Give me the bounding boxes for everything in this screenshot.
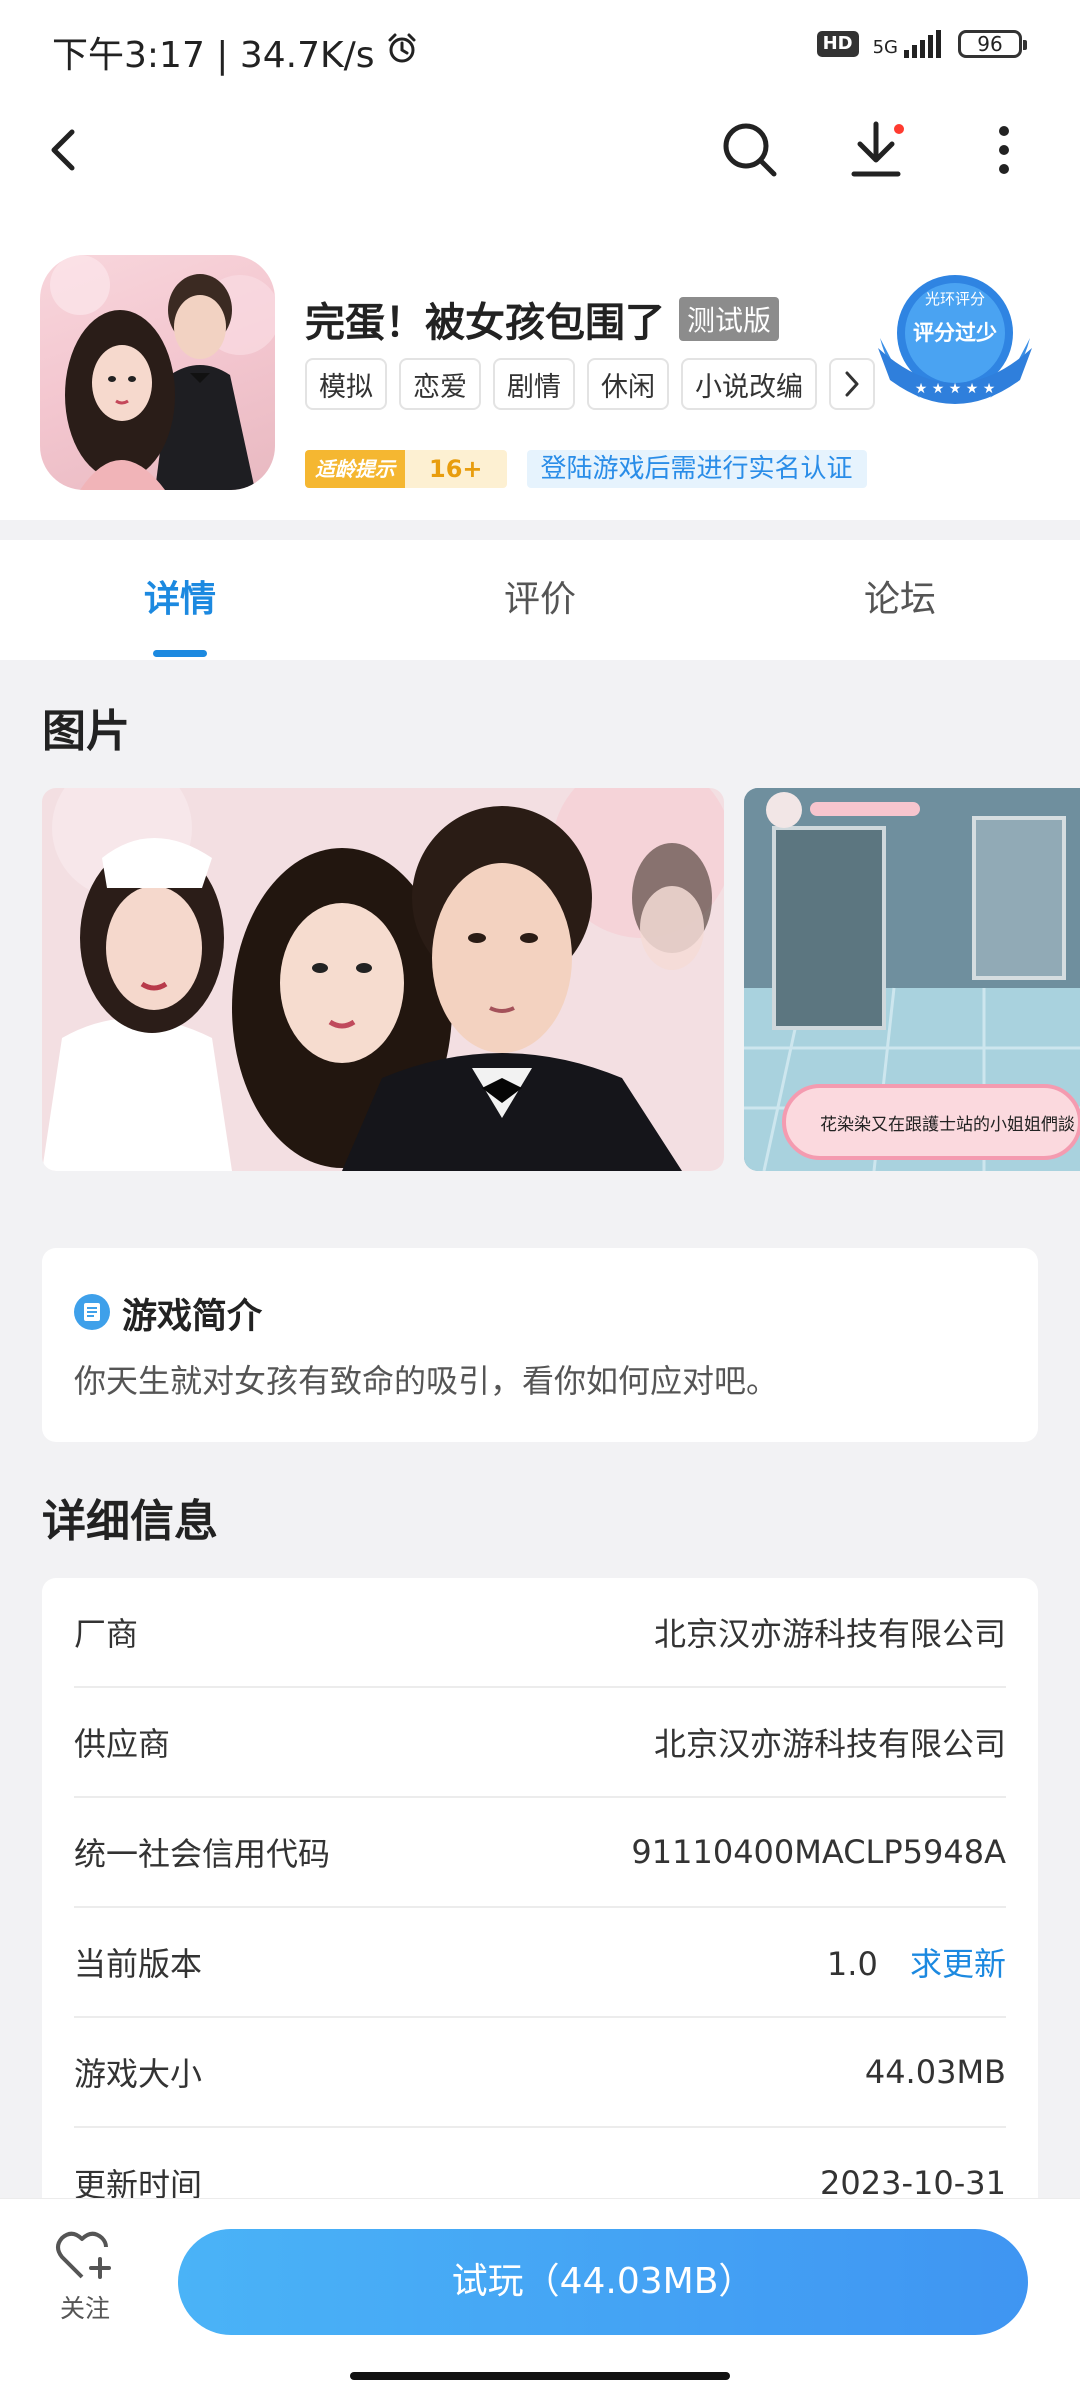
age-rating-value: 16+ — [405, 450, 507, 488]
follow-button[interactable]: 关注 — [40, 2229, 130, 2325]
notification-dot — [894, 124, 904, 134]
nav-bar — [0, 100, 1080, 200]
bottom-action-bar: 关注 试玩（44.03MB） — [0, 2198, 1080, 2400]
screenshot-2-art: 花染染又在跟護士站的小姐姐們談 — [744, 788, 1080, 1171]
tag-list: 模拟 恋爱 剧情 休闲 小说改编 — [305, 358, 875, 410]
info-row-size: 游戏大小 44.03MB — [74, 2018, 1006, 2128]
rating-seal-top-text: 光环评分 — [925, 290, 985, 308]
app-title-row: 完蛋！被女孩包围了 测试版 — [305, 290, 780, 348]
screenshot-1[interactable] — [42, 788, 724, 1171]
info-value-wrap: 1.0 求更新 — [827, 1939, 1006, 1985]
app-detail-page: 下午3:17 | 34.7K/s HD 5G 96 完蛋！被女孩包围了 测试版 … — [0, 0, 1080, 2400]
tag-item[interactable]: 模拟 — [305, 358, 387, 410]
screenshot-2-caption: 花染染又在跟護士站的小姐姐們談 — [820, 1115, 1075, 1135]
tag-item[interactable]: 剧情 — [493, 358, 575, 410]
tab-active-indicator — [153, 650, 207, 657]
info-label: 游戏大小 — [74, 2055, 203, 2093]
status-bar: 下午3:17 | 34.7K/s HD 5G 96 — [0, 0, 1080, 100]
tag-item[interactable]: 休闲 — [587, 358, 669, 410]
info-value: 北京汉亦游科技有限公司 — [653, 1615, 1006, 1653]
back-button[interactable] — [32, 118, 96, 182]
screenshot-1-art — [42, 788, 724, 1171]
pictures-title: 图片 — [42, 706, 130, 757]
app-icon — [40, 255, 275, 490]
intro-card: 游戏简介 你天生就对女孩有致命的吸引，看你如何应对吧。 — [42, 1248, 1038, 1442]
request-update-link[interactable]: 求更新 — [910, 1945, 1006, 1983]
info-row-credit-code: 统一社会信用代码 91110400MACLP5948A — [74, 1798, 1006, 1908]
rating-seal[interactable]: 光环评分 评分过少 ★ ★ ★ ★ ★ — [870, 268, 1040, 418]
intro-text: 你天生就对女孩有致命的吸引，看你如何应对吧。 — [74, 1362, 779, 1400]
status-time-speed: 下午3:17 | 34.7K/s — [52, 35, 375, 76]
more-button[interactable] — [972, 118, 1036, 182]
search-icon — [723, 123, 777, 177]
info-value: 2023-10-31 — [820, 2164, 1006, 2202]
details-card: 厂商 北京汉亦游科技有限公司 供应商 北京汉亦游科技有限公司 统一社会信用代码 … — [42, 1578, 1038, 2278]
tag-item[interactable]: 小说改编 — [681, 358, 817, 410]
info-row-supplier: 供应商 北京汉亦游科技有限公司 — [74, 1688, 1006, 1798]
app-title: 完蛋！被女孩包围了 — [305, 300, 665, 346]
status-left: 下午3:17 | 34.7K/s — [52, 26, 419, 78]
age-row: 适龄提示 16+ 登陆游戏后需进行实名认证 — [305, 450, 867, 488]
intro-header: 游戏简介 — [74, 1288, 262, 1339]
app-icon-art — [50, 255, 275, 490]
hd-badge: HD — [816, 31, 859, 57]
rating-seal-icon: 光环评分 评分过少 ★ ★ ★ ★ ★ — [878, 275, 1032, 404]
search-button[interactable] — [718, 118, 782, 182]
status-right: HD 5G 96 — [816, 30, 1027, 58]
tag-item[interactable]: 恋爱 — [399, 358, 481, 410]
heart-plus-icon — [56, 2231, 111, 2279]
network-type: 5G — [872, 37, 898, 58]
realname-notice[interactable]: 登陆游戏后需进行实名认证 — [526, 450, 867, 488]
more-vertical-icon — [999, 126, 1009, 174]
info-label: 供应商 — [74, 1725, 171, 1763]
info-value: 1.0 — [826, 1945, 878, 1983]
tab-bar: 详情 评价 论坛 — [0, 540, 1080, 660]
info-label: 统一社会信用代码 — [74, 1835, 331, 1873]
screenshot-2[interactable]: 花染染又在跟護士站的小姐姐們談 — [744, 788, 1080, 1171]
intro-list-icon — [74, 1293, 110, 1334]
alarm-icon — [385, 31, 419, 74]
tab-reviews[interactable]: 评价 — [360, 540, 720, 660]
info-value: 91110400MACLP5948A — [631, 1833, 1006, 1871]
age-rating-label: 适龄提示 — [305, 450, 405, 488]
svg-text:★ ★ ★ ★ ★: ★ ★ ★ ★ ★ — [915, 381, 996, 397]
info-label: 厂商 — [74, 1615, 139, 1653]
tags-more-button[interactable] — [829, 358, 875, 410]
info-value: 44.03MB — [864, 2053, 1006, 2091]
info-row-vendor: 厂商 北京汉亦游科技有限公司 — [74, 1578, 1006, 1688]
tab-details[interactable]: 详情 — [0, 540, 360, 660]
intro-title: 游戏简介 — [122, 1297, 263, 1337]
info-value: 北京汉亦游科技有限公司 — [653, 1725, 1006, 1763]
age-rating-badge: 适龄提示 16+ — [305, 450, 507, 488]
info-row-version: 当前版本 1.0 求更新 — [74, 1908, 1006, 2018]
rating-seal-main-text: 评分过少 — [913, 321, 997, 345]
back-arrow-icon — [51, 129, 75, 171]
play-button[interactable]: 试玩（44.03MB） — [178, 2229, 1028, 2335]
download-button[interactable] — [844, 118, 908, 182]
tab-forum[interactable]: 论坛 — [720, 540, 1080, 660]
follow-label: 关注 — [59, 2294, 110, 2323]
home-indicator[interactable] — [350, 2372, 730, 2380]
battery-icon: 96 — [958, 30, 1027, 58]
signal-icon: 5G — [873, 30, 944, 58]
details-title: 详细信息 — [42, 1496, 218, 1547]
info-label: 当前版本 — [74, 1945, 203, 1983]
chevron-right-icon — [845, 371, 859, 397]
beta-badge: 测试版 — [679, 297, 780, 341]
